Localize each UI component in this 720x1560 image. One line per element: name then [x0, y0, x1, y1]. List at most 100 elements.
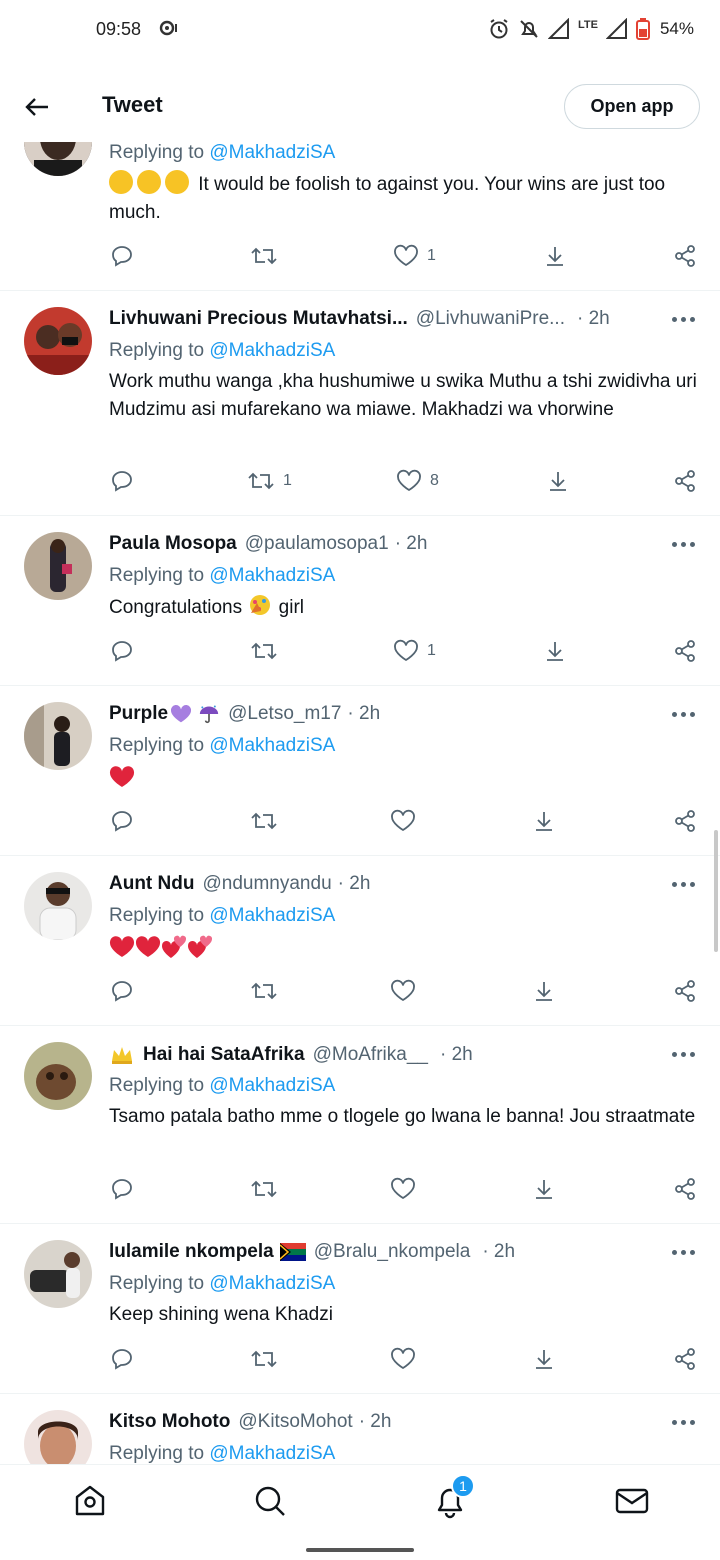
tweet-time[interactable]: · 2h [577, 308, 610, 330]
download-button[interactable] [543, 639, 567, 663]
avatar[interactable] [24, 532, 92, 600]
author-name[interactable]: Livhuwani Precious Mutavhatsi... [109, 308, 408, 330]
reply-button[interactable] [110, 469, 134, 493]
retweet-button[interactable] [250, 244, 286, 268]
more-options-icon[interactable] [672, 317, 696, 325]
retweet-button[interactable] [250, 809, 278, 833]
author-name[interactable]: Kitso Mohoto [109, 1411, 230, 1433]
more-options-icon[interactable] [672, 712, 696, 720]
retweet-button[interactable] [250, 639, 286, 663]
more-options-icon[interactable] [672, 1052, 696, 1060]
share-button[interactable] [673, 244, 697, 268]
back-button[interactable] [20, 90, 54, 124]
mention-link[interactable]: @MakhadziSA [209, 1075, 335, 1096]
author-name[interactable]: lulamile nkompela [109, 1241, 274, 1263]
reply-button[interactable] [110, 639, 134, 663]
retweet-button[interactable] [250, 1177, 278, 1201]
nav-search[interactable] [252, 1483, 288, 1519]
avatar[interactable] [24, 1042, 92, 1110]
like-button[interactable] [390, 1177, 416, 1201]
tweet-time[interactable]: · 2h [347, 703, 380, 725]
download-button[interactable] [543, 244, 567, 268]
like-button[interactable] [390, 979, 416, 1003]
mention-link[interactable]: @MakhadziSA [209, 565, 335, 586]
download-button[interactable] [532, 979, 556, 1003]
mention-link[interactable]: @MakhadziSA [209, 340, 335, 361]
download-button[interactable] [532, 809, 556, 833]
author-handle[interactable]: @paulamosopa1 [245, 533, 389, 555]
scrollbar[interactable] [714, 830, 718, 952]
tweet[interactable]: Kitso Mohoto @KitsoMohot · 2h Replying t… [0, 1394, 720, 1464]
retweet-button[interactable] [250, 1347, 278, 1371]
author-handle[interactable]: @ndumnyandu [202, 873, 331, 895]
open-app-button[interactable]: Open app [564, 84, 700, 129]
like-button[interactable] [390, 809, 416, 833]
heart-icon [391, 1347, 415, 1370]
tweet-text [109, 935, 699, 964]
reply-button[interactable] [110, 1347, 134, 1371]
tweet[interactable]: Paula Mosopa @paulamosopa1 · 2h Replying… [0, 516, 720, 686]
home-indicator[interactable] [306, 1548, 414, 1552]
tweet[interactable]: Livhuwani Precious Mutavhatsi... @Livhuw… [0, 291, 720, 516]
tweet-time[interactable]: · 2h [338, 873, 371, 895]
like-button[interactable] [390, 1347, 416, 1371]
avatar[interactable] [24, 307, 92, 375]
tweet[interactable]: Purple @Letso_m17 · 2h Replying to @Makh… [0, 686, 720, 856]
more-options-icon[interactable] [672, 542, 696, 550]
author-handle[interactable]: @Letso_m17 [228, 703, 341, 725]
share-button[interactable] [673, 469, 697, 493]
tweet[interactable]: Hai hai SataAfrika @MoAfrika__ · 2h Repl… [0, 1026, 720, 1224]
download-button[interactable] [532, 1347, 556, 1371]
retweet-button[interactable] [250, 979, 278, 1003]
reply-button[interactable] [110, 809, 134, 833]
avatar[interactable] [24, 872, 92, 940]
download-button[interactable] [546, 469, 570, 493]
mention-link[interactable]: @MakhadziSA [209, 905, 335, 926]
signal-icon-2 [605, 18, 627, 39]
tweet-time[interactable]: · 2h [482, 1241, 515, 1263]
like-button[interactable]: 8 [396, 469, 439, 493]
nav-messages[interactable] [614, 1483, 650, 1519]
mention-link[interactable]: @MakhadziSA [209, 1443, 335, 1464]
share-button[interactable] [673, 1177, 697, 1201]
author-name[interactable]: Hai hai SataAfrika [143, 1044, 305, 1066]
reply-button[interactable] [110, 1177, 134, 1201]
author-handle[interactable]: @KitsoMohot [238, 1411, 352, 1433]
author-name[interactable]: Aunt Ndu [109, 873, 194, 895]
tweet-actions [0, 1177, 720, 1207]
download-button[interactable] [532, 1177, 556, 1201]
avatar[interactable] [24, 702, 92, 770]
author-handle[interactable]: @LivhuwaniPre... [416, 308, 565, 330]
more-options-icon[interactable] [672, 882, 696, 890]
author-handle[interactable]: @MoAfrika__ [313, 1044, 428, 1066]
avatar[interactable] [24, 1240, 92, 1308]
like-button[interactable]: 1 [393, 639, 436, 663]
mention-link[interactable]: @MakhadziSA [209, 735, 335, 756]
like-count: 8 [430, 472, 439, 489]
reply-button[interactable] [110, 979, 134, 1003]
share-button[interactable] [673, 809, 697, 833]
nav-home[interactable] [72, 1483, 108, 1519]
tweet-feed[interactable]: Replying to @MakhadziSA It would be fool… [0, 0, 720, 1464]
share-button[interactable] [673, 979, 697, 1003]
mention-link[interactable]: @MakhadziSA [209, 142, 335, 163]
tweet[interactable]: Aunt Ndu @ndumnyandu · 2h Replying to @M… [0, 856, 720, 1026]
tweet-time[interactable]: · 2h [395, 533, 428, 555]
tweet-time[interactable]: · 2h [359, 1411, 392, 1433]
retweet-button[interactable]: 1 [247, 469, 292, 493]
author-handle[interactable]: @Bralu_nkompela [314, 1241, 471, 1263]
more-options-icon[interactable] [672, 1420, 696, 1428]
tweet[interactable]: lulamile nkompela @Bralu_nkompela · 2h R… [0, 1224, 720, 1394]
tweet-time[interactable]: · 2h [440, 1044, 473, 1066]
author-name[interactable]: Purple [109, 703, 168, 725]
reply-icon [112, 471, 132, 492]
reply-button[interactable] [110, 244, 134, 268]
author-name[interactable]: Paula Mosopa [109, 533, 237, 555]
share-button[interactable] [673, 1347, 697, 1371]
share-button[interactable] [673, 639, 697, 663]
avatar[interactable] [24, 1410, 92, 1464]
more-options-icon[interactable] [672, 1250, 696, 1258]
mention-link[interactable]: @MakhadziSA [209, 1273, 335, 1294]
share-icon [675, 640, 695, 662]
like-button[interactable]: 1 [393, 244, 436, 268]
